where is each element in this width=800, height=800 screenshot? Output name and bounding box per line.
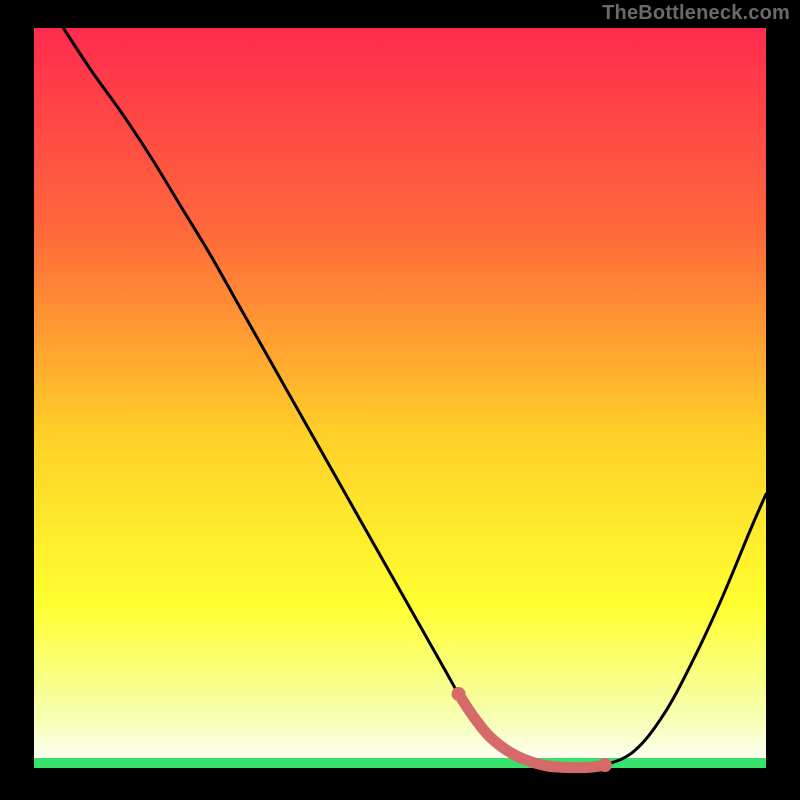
plot-background bbox=[34, 28, 766, 768]
watermark-text: TheBottleneck.com bbox=[602, 2, 790, 25]
highlight-end-dot bbox=[598, 758, 612, 772]
highlight-start-dot bbox=[452, 687, 466, 701]
bottleneck-chart bbox=[0, 0, 800, 800]
chart-stage: TheBottleneck.com bbox=[0, 0, 800, 800]
optimal-band bbox=[34, 758, 766, 768]
